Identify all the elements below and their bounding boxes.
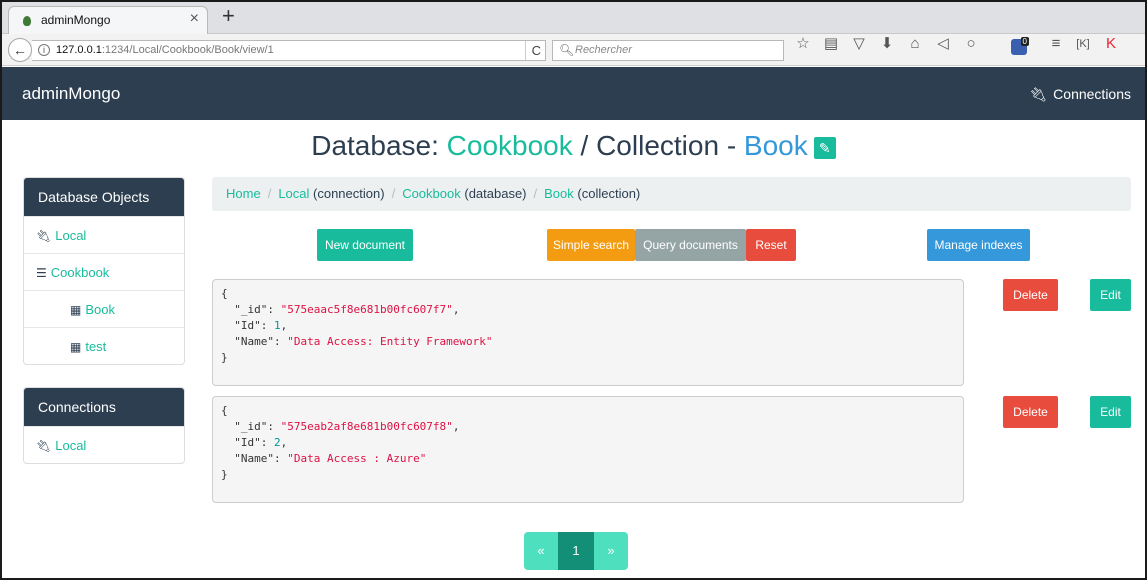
delete-button[interactable]: Delete (1003, 279, 1058, 311)
database-icon: ☰ (36, 266, 47, 280)
brand-logo[interactable]: adminMongo (22, 84, 120, 104)
breadcrumb-book[interactable]: Book (544, 186, 574, 201)
title-database[interactable]: Cookbook (447, 130, 573, 161)
page-title: Database: Cookbook / Collection - Book ✎ (2, 130, 1145, 162)
edit-button[interactable]: Edit (1090, 279, 1131, 311)
extension-badge-icon[interactable]: 0 (1011, 37, 1029, 55)
mongo-leaf-icon (23, 16, 31, 26)
query-documents-button[interactable]: Query documents (635, 229, 746, 261)
panel-header: Connections (24, 388, 184, 426)
reading-list-icon[interactable]: ▤ (822, 34, 840, 54)
app-navbar: adminMongo 🔌︎ Connections (2, 67, 1145, 120)
breadcrumb-local[interactable]: Local (278, 186, 309, 201)
reload-icon[interactable]: C (524, 41, 541, 60)
url-bar[interactable]: i 127.0.0.1:1234/Local/Cookbook/Book/vie… (32, 40, 546, 61)
title-separator: / Collection - (572, 130, 744, 161)
pagination: « 1 » (524, 532, 628, 570)
sidebar-item-label: Book (85, 302, 115, 317)
sidebar-item-test[interactable]: ▦ test (24, 327, 184, 364)
extension-k-icon[interactable]: [K] (1074, 34, 1092, 54)
table-icon: ▦ (70, 340, 82, 354)
manage-indexes-button[interactable]: Manage indexes (927, 229, 1030, 261)
search-placeholder: Rechercher (575, 44, 632, 56)
breadcrumb-separator: / (267, 186, 272, 201)
sidebar-item-local[interactable]: 🔌︎ Local (24, 216, 184, 253)
doc-Id-value: 1 (273, 319, 281, 332)
edit-button[interactable]: Edit (1090, 396, 1131, 428)
browser-toolbar: ← i 127.0.0.1:1234/Local/Cookbook/Book/v… (2, 34, 1145, 66)
close-tab-icon[interactable]: × (190, 10, 199, 28)
title-collection[interactable]: Book (744, 130, 808, 161)
bookmark-star-icon[interactable]: ☆ (794, 34, 812, 54)
table-icon: ▦ (70, 303, 82, 317)
pocket-icon[interactable]: ▽ (850, 34, 868, 54)
breadcrumb-home[interactable]: Home (226, 186, 261, 201)
new-tab-button[interactable]: + (222, 3, 235, 29)
sidebar-item-label: test (85, 339, 107, 354)
pagination-prev[interactable]: « (524, 532, 558, 570)
new-document-button[interactable]: New document (317, 229, 413, 261)
pagination-next[interactable]: » (594, 532, 628, 570)
connections-panel: Connections 🔌︎ Local (23, 387, 185, 464)
send-icon[interactable]: ◁ (934, 34, 952, 54)
breadcrumb-separator: / (391, 186, 396, 201)
breadcrumb-type: (connection) (313, 186, 385, 201)
plug-icon: 🔌︎ (1029, 86, 1048, 102)
sidebar-item-label: Local (55, 228, 87, 243)
breadcrumb-type: (database) (464, 186, 527, 201)
tab-strip: adminMongo × + (2, 2, 1145, 34)
plug-icon: 🔌︎ (36, 229, 52, 243)
breadcrumb-cookbook[interactable]: Cookbook (402, 186, 461, 201)
browser-search-input[interactable]: 🔍︎ Rechercher (552, 40, 784, 61)
doc-id-value: 575eab2af8e681b00fc607f8 (287, 420, 447, 433)
breadcrumb: Home / Local (connection) / Cookbook (databa… (212, 177, 1131, 211)
sidebar-item-label: Local (55, 438, 87, 453)
home-icon[interactable]: ⌂ (906, 34, 924, 54)
url-path: :1234/Local/Cookbook/Book/view/1 (101, 44, 274, 56)
connections-label: Connections (1053, 86, 1131, 102)
doc-id-value: 575eaac5f8e681b00fc607f7 (287, 303, 447, 316)
database-objects-panel: Database Objects 🔌︎ Local ☰ Cookbook ▦ Book… (23, 177, 185, 365)
browser-window: adminMongo × + ← i 127.0.0.1:1234/Local/… (0, 0, 1147, 580)
tab-title: adminMongo (41, 13, 111, 27)
url-text: 127.0.0.1:1234/Local/Cookbook/Book/view/… (56, 44, 274, 56)
title-prefix: Database: (311, 130, 447, 161)
sidebar-item-cookbook[interactable]: ☰ Cookbook (24, 253, 184, 290)
doc-Id-value: 2 (273, 436, 281, 449)
connections-link[interactable]: 🔌︎ Connections (1029, 86, 1131, 103)
chat-icon[interactable]: ○ (962, 34, 980, 54)
reset-button[interactable]: Reset (746, 229, 796, 261)
document-json: { "_id": "575eab2af8e681b00fc607f8", "Id… (212, 396, 964, 503)
url-host: 127.0.0.1 (56, 44, 102, 56)
sidebar-item-label: Cookbook (50, 265, 110, 280)
pencil-icon[interactable]: ✎ (813, 136, 836, 159)
breadcrumb-type: (collection) (577, 186, 641, 201)
simple-search-button[interactable]: Simple search (547, 229, 635, 261)
doc-name-value: Data Access: Entity Framework (293, 335, 486, 348)
download-icon[interactable]: ⬇ (878, 34, 896, 54)
sidebar-item-connection-local[interactable]: 🔌︎ Local (24, 426, 184, 463)
back-button[interactable]: ← (8, 38, 32, 62)
document-json: { "_id": "575eaac5f8e681b00fc607f7", "Id… (212, 279, 964, 386)
browser-tab[interactable]: adminMongo × (8, 6, 208, 34)
menu-icon[interactable]: ≡ (1047, 34, 1065, 54)
search-icon: 🔍︎ (559, 43, 575, 57)
extension-red-icon[interactable]: K (1102, 34, 1120, 54)
breadcrumb-separator: / (533, 186, 538, 201)
info-icon[interactable]: i (38, 44, 50, 56)
delete-button[interactable]: Delete (1003, 396, 1058, 428)
doc-name-value: Data Access : Azure (293, 452, 420, 465)
panel-header: Database Objects (24, 178, 184, 216)
pagination-page[interactable]: 1 (558, 532, 594, 570)
sidebar-item-book[interactable]: ▦ Book (24, 290, 184, 327)
plug-icon: 🔌︎ (36, 439, 52, 453)
